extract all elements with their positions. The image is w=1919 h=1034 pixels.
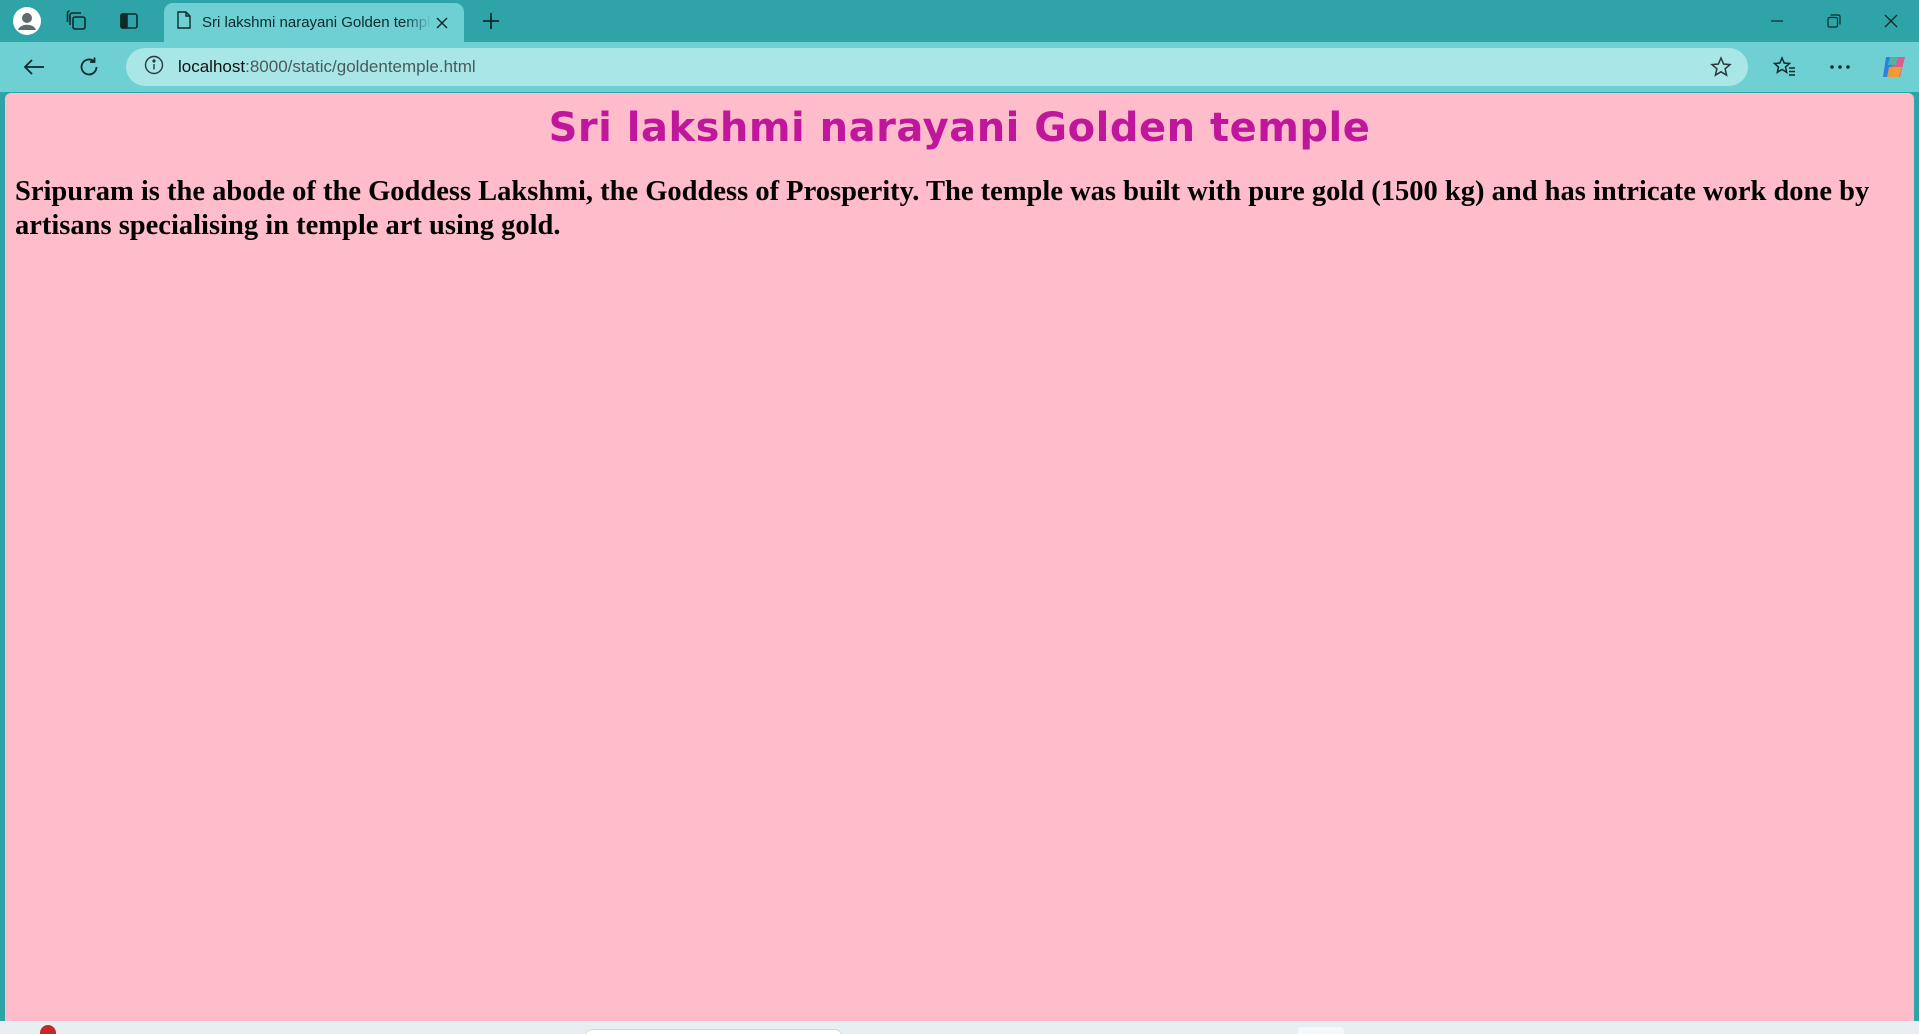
minimize-icon — [1771, 20, 1783, 22]
taskbar-search-pill[interactable] — [585, 1029, 842, 1034]
page-heading: Sri lakshmi narayani Golden temple — [548, 105, 1371, 151]
page-icon — [176, 11, 192, 34]
taskbar-app-icon[interactable] — [1298, 1027, 1344, 1034]
url-path: :8000/static/goldentemple.html — [245, 57, 476, 76]
restore-icon — [1827, 14, 1841, 28]
browser-window: Sri lakshmi narayani Golden temple local… — [0, 0, 1919, 1034]
favorites-button[interactable] — [1767, 50, 1803, 84]
url-text[interactable]: localhost:8000/static/goldentemple.html — [178, 57, 476, 77]
notification-badge — [40, 1025, 56, 1034]
copilot-icon — [1883, 57, 1905, 77]
favorite-star-icon[interactable] — [1708, 54, 1734, 80]
active-tab[interactable]: Sri lakshmi narayani Golden temple — [164, 3, 464, 42]
info-icon[interactable] — [144, 55, 164, 80]
tab-strip: Sri lakshmi narayani Golden temple — [0, 0, 1919, 42]
close-window-button[interactable] — [1868, 4, 1914, 38]
profile-icon[interactable] — [12, 6, 42, 36]
refresh-button[interactable] — [71, 50, 107, 84]
new-tab-button[interactable] — [476, 6, 506, 36]
page-viewport: Sri lakshmi narayani Golden temple Sripu… — [5, 93, 1914, 1021]
favorites-icon — [1773, 56, 1795, 76]
taskbar-edge — [0, 1021, 1919, 1034]
address-bar[interactable]: localhost:8000/static/goldentemple.html — [126, 48, 1748, 86]
restore-button[interactable] — [1811, 4, 1857, 38]
navigation-toolbar: localhost:8000/static/goldentemple.html — [0, 42, 1919, 92]
page-paragraph: Sripuram is the abode of the Goddess Lak… — [15, 176, 1870, 241]
plus-icon — [483, 13, 499, 29]
back-arrow-icon — [23, 59, 44, 75]
url-host: localhost — [178, 57, 246, 76]
close-tab-icon[interactable] — [432, 13, 452, 33]
more-icon — [1830, 65, 1850, 69]
minimize-button[interactable] — [1754, 4, 1800, 38]
more-options-button[interactable] — [1822, 50, 1858, 84]
copilot-button[interactable] — [1876, 50, 1912, 84]
refresh-icon — [80, 57, 98, 76]
close-icon — [1884, 14, 1898, 28]
back-button[interactable] — [16, 50, 52, 84]
workspaces-icon[interactable] — [62, 6, 92, 36]
tab-actions-icon[interactable] — [114, 6, 144, 36]
tab-title: Sri lakshmi narayani Golden temple — [202, 14, 432, 31]
